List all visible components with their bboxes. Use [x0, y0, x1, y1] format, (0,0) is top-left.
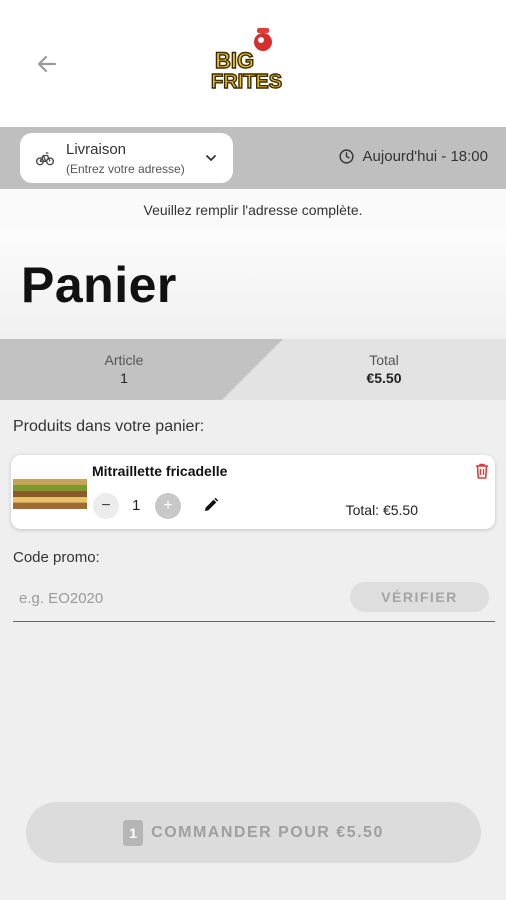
bicycle-icon: [36, 152, 54, 166]
edit-item-button[interactable]: [202, 496, 220, 519]
total-label: Total: [369, 352, 399, 368]
article-count-summary: Article 1: [44, 351, 204, 387]
trash-icon: [476, 463, 488, 479]
page-title: Panier: [21, 257, 177, 313]
address-hint: (Entrez votre adresse): [66, 162, 185, 176]
pencil-icon: [205, 497, 219, 511]
decrease-quantity-button[interactable]: −: [93, 493, 119, 519]
clock-icon: [338, 149, 354, 164]
delivery-mode-label: Livraison: [66, 141, 127, 158]
product-image: [13, 479, 87, 509]
order-item-count: 1: [123, 819, 144, 846]
svg-text:BIG: BIG: [215, 48, 254, 73]
promo-code-label: Code promo:: [13, 549, 100, 566]
back-button[interactable]: [30, 47, 64, 81]
item-total: Total: €5.50: [345, 502, 418, 518]
arrow-left-icon: [37, 55, 57, 73]
item-quantity: 1: [132, 497, 141, 514]
cart-item: Mitraillette fricadelle − 1 + Total: €5.…: [11, 455, 495, 529]
svg-text:FRITES: FRITES: [211, 71, 282, 93]
product-name: Mitraillette fricadelle: [92, 463, 228, 479]
place-order-button[interactable]: 1 COMMANDER POUR €5.50: [26, 802, 481, 863]
delivery-time-selector[interactable]: Aujourd'hui - 18:00: [338, 148, 488, 165]
address-notice: Veuillez remplir l'adresse complète.: [0, 189, 506, 231]
total-value: €5.50: [366, 370, 402, 386]
total-summary: Total €5.50: [304, 351, 464, 387]
delivery-mode-selector[interactable]: Livraison (Entrez votre adresse): [20, 133, 233, 183]
place-order-label: COMMANDER POUR €5.50: [151, 823, 384, 841]
brand-logo: BIG FRITES: [205, 16, 305, 112]
increase-quantity-button[interactable]: +: [155, 493, 181, 519]
verify-promo-button[interactable]: VÉRIFIER: [350, 582, 489, 612]
promo-code-input[interactable]: [13, 578, 343, 618]
delivery-time-label: Aujourd'hui - 18:00: [362, 148, 488, 165]
article-label: Article: [104, 352, 144, 368]
cart-section-label: Produits dans votre panier:: [13, 418, 205, 435]
article-value: 1: [120, 370, 128, 386]
delete-item-button[interactable]: [475, 463, 489, 484]
chevron-down-icon: [206, 155, 216, 161]
promo-input-underline: [13, 621, 495, 622]
